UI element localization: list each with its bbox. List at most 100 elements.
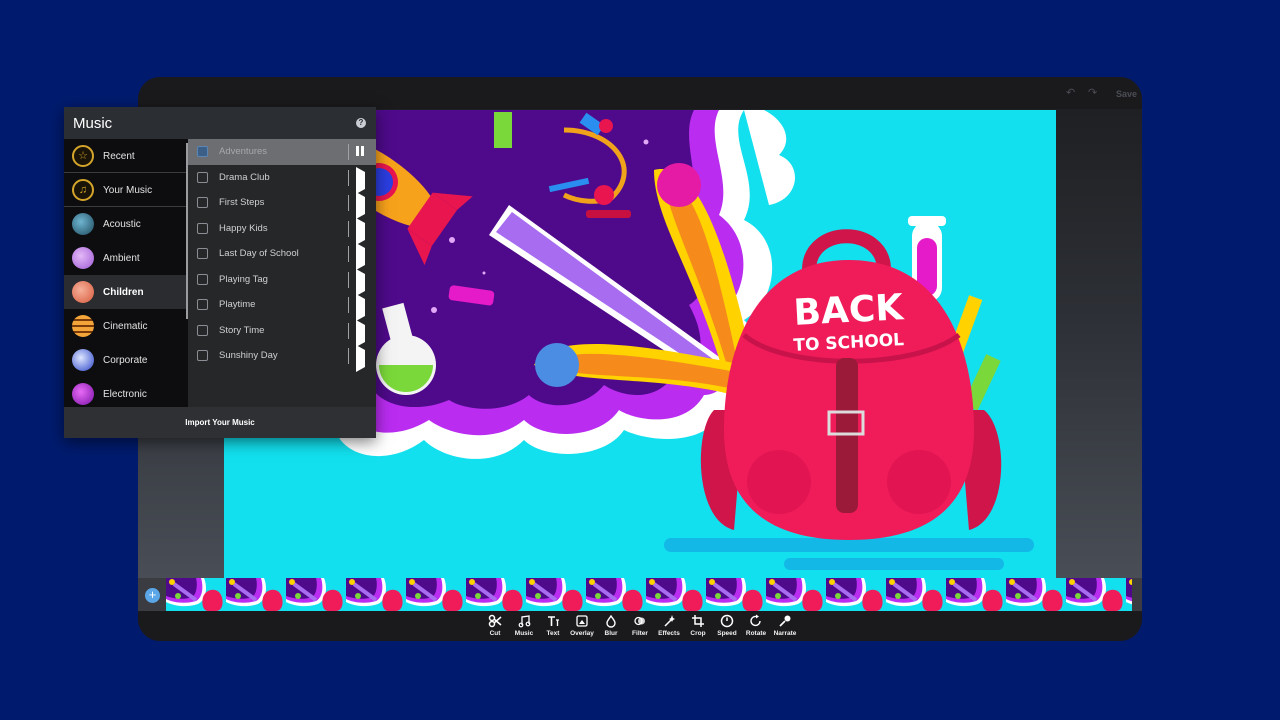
undo-icon[interactable]: ↶ xyxy=(1066,86,1075,99)
play-icon[interactable] xyxy=(356,243,366,270)
track-name: Last Day of School xyxy=(219,248,299,260)
music-panel-header: Music ? xyxy=(64,107,376,139)
green-crayon xyxy=(494,112,512,148)
timeline-thumbnail[interactable] xyxy=(1066,578,1126,611)
category-corporate[interactable]: Corporate xyxy=(64,343,188,377)
timeline-thumbnail[interactable] xyxy=(826,578,886,611)
electronic-thumbnail-icon xyxy=(72,383,94,405)
category-your-music[interactable]: ♫ Your Music xyxy=(64,173,188,207)
track-checkbox[interactable] xyxy=(197,350,208,362)
category-recent[interactable]: ☆ Recent xyxy=(64,139,188,173)
track-row[interactable]: Last Day of School xyxy=(188,241,376,270)
category-electronic[interactable]: Electronic xyxy=(64,377,188,407)
timeline-thumbnail[interactable] xyxy=(346,578,406,611)
track-row[interactable]: Playtime xyxy=(188,292,376,321)
tool-cut[interactable]: Cut xyxy=(481,611,509,641)
tool-text[interactable]: Text xyxy=(539,611,567,641)
droplet-icon xyxy=(606,614,616,628)
track-row[interactable]: Happy Kids xyxy=(188,216,376,245)
magic-wand-icon xyxy=(664,615,675,627)
tool-rotate[interactable]: Rotate xyxy=(742,611,770,641)
divider xyxy=(348,144,349,160)
play-icon[interactable] xyxy=(356,217,366,245)
timeline-thumbnail[interactable] xyxy=(586,578,646,611)
white-cloud-top xyxy=(744,110,796,205)
play-icon[interactable] xyxy=(356,319,366,347)
timeline-thumbnail[interactable] xyxy=(886,578,946,611)
category-children[interactable]: Children xyxy=(64,275,188,309)
timeline: + xyxy=(138,578,1142,611)
track-checkbox[interactable] xyxy=(197,146,208,158)
tool-label: Blur xyxy=(604,630,618,637)
tool-overlay[interactable]: Overlay xyxy=(568,611,596,641)
divider xyxy=(348,246,349,262)
filter-icon xyxy=(634,616,645,626)
import-music-button[interactable]: Import Your Music xyxy=(64,407,376,438)
track-checkbox[interactable] xyxy=(197,171,208,183)
tool-effects[interactable]: Effects xyxy=(655,611,683,641)
tool-crop[interactable]: Crop xyxy=(684,611,712,641)
timeline-thumbnail[interactable] xyxy=(286,578,346,611)
track-row[interactable]: First Steps xyxy=(188,190,376,219)
timeline-thumbnail[interactable] xyxy=(1126,578,1132,611)
track-checkbox[interactable] xyxy=(197,222,208,234)
track-checkbox[interactable] xyxy=(197,197,208,209)
track-row[interactable]: Sunshiny Day xyxy=(188,343,376,372)
divider xyxy=(348,297,349,313)
category-acoustic[interactable]: Acoustic xyxy=(64,207,188,241)
category-cinematic[interactable]: Cinematic xyxy=(64,309,188,343)
tool-blur[interactable]: Blur xyxy=(597,611,625,641)
track-checkbox[interactable] xyxy=(197,299,208,311)
music-note-icon xyxy=(518,615,531,628)
track-row[interactable]: Drama Club xyxy=(188,165,376,194)
tool-filter[interactable]: Filter xyxy=(626,611,654,641)
overlay-icon xyxy=(576,615,588,627)
timeline-thumbnail[interactable] xyxy=(946,578,1006,611)
tool-label: Music xyxy=(514,630,534,637)
help-icon[interactable]: ? xyxy=(356,118,366,128)
timeline-thumbnail[interactable] xyxy=(166,578,226,611)
tool-speed[interactable]: Speed xyxy=(713,611,741,641)
play-icon[interactable] xyxy=(356,345,366,372)
redo-icon[interactable]: ↷ xyxy=(1088,86,1097,99)
track-name: Sunshiny Day xyxy=(219,350,278,362)
category-label: Children xyxy=(103,286,144,298)
track-checkbox[interactable] xyxy=(197,324,208,336)
crop-icon xyxy=(692,615,704,627)
tool-narrate[interactable]: Narrate xyxy=(771,611,799,641)
track-row[interactable]: Story Time xyxy=(188,318,376,347)
track-checkbox[interactable] xyxy=(197,273,208,285)
divider xyxy=(348,169,349,186)
timeline-thumbnail[interactable] xyxy=(526,578,586,611)
timeline-thumbnail[interactable] xyxy=(706,578,766,611)
tool-label: Speed xyxy=(717,630,737,637)
scissors-icon xyxy=(488,614,502,628)
save-button[interactable]: Save xyxy=(1116,89,1137,99)
play-icon[interactable] xyxy=(356,268,366,296)
track-row[interactable]: Adventures xyxy=(188,139,376,165)
track-checkbox[interactable] xyxy=(197,248,208,260)
timeline-thumbnail[interactable] xyxy=(646,578,706,611)
cinematic-thumbnail-icon xyxy=(72,315,94,337)
timeline-thumbnail[interactable] xyxy=(766,578,826,611)
children-thumbnail-icon xyxy=(72,281,94,303)
timeline-thumbnail[interactable] xyxy=(466,578,526,611)
play-icon[interactable] xyxy=(356,192,366,219)
category-ambient[interactable]: Ambient xyxy=(64,241,188,275)
track-row[interactable]: Playing Tag xyxy=(188,267,376,296)
timeline-thumbnail[interactable] xyxy=(226,578,286,611)
timeline-thumbnail[interactable] xyxy=(406,578,466,611)
play-icon[interactable] xyxy=(356,294,366,321)
tool-label: Narrate xyxy=(773,630,797,637)
tool-label: Effects xyxy=(658,630,680,637)
headline-text: BACK xyxy=(793,287,906,334)
tool-music[interactable]: Music xyxy=(510,611,538,641)
microphone-icon xyxy=(779,615,791,627)
timeline-clip-strip[interactable] xyxy=(166,578,1132,611)
category-label: Ambient xyxy=(103,252,140,264)
divider xyxy=(348,348,349,364)
add-clip-button[interactable]: + xyxy=(145,588,160,603)
timeline-thumbnail[interactable] xyxy=(1006,578,1066,611)
play-icon[interactable] xyxy=(356,166,366,194)
pause-icon[interactable] xyxy=(356,146,366,157)
